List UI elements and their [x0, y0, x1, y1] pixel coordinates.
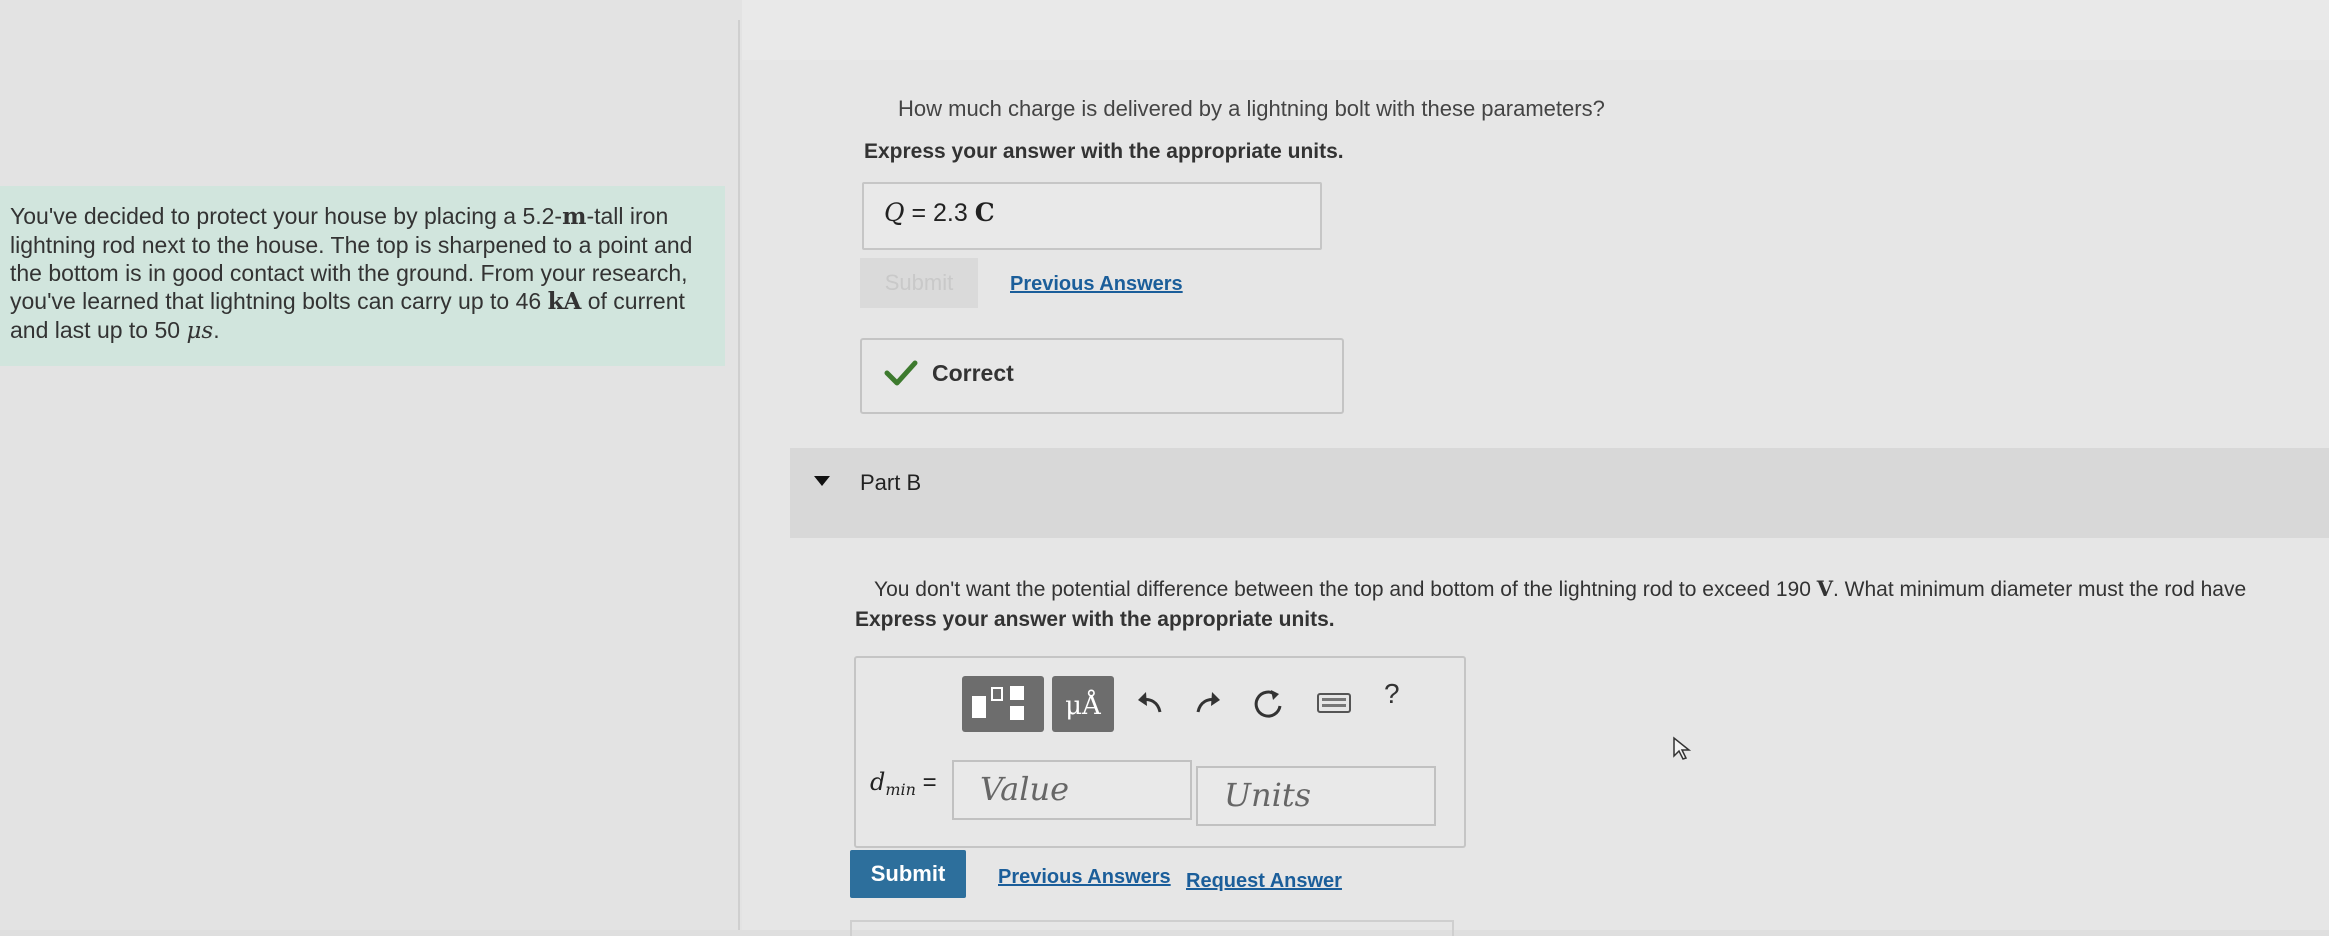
- unit-kiloampere: kA: [547, 288, 582, 315]
- keyboard-icon[interactable]: [1316, 688, 1352, 718]
- problem-text-4: .: [213, 317, 220, 343]
- value-input[interactable]: Value: [952, 760, 1192, 820]
- part-a-question: How much charge is delivered by a lightn…: [898, 96, 1605, 121]
- templates-button[interactable]: [962, 676, 1044, 732]
- mouse-cursor-icon: [1673, 736, 1692, 760]
- part-a-answer: Q = 2.3 C: [884, 198, 995, 228]
- help-icon[interactable]: ?: [1384, 678, 1400, 710]
- part-a-previous-answers-link[interactable]: Previous Answers: [1010, 273, 1183, 296]
- units-input[interactable]: Units: [1196, 766, 1436, 826]
- dmin-variable: d: [870, 768, 886, 796]
- correct-label: Correct: [932, 360, 1014, 386]
- part-b-answer-panel: μÅ ? dmin = Value Units: [854, 656, 1466, 848]
- part-b-question-1: You don't want the potential difference …: [874, 578, 1817, 601]
- part-b-title[interactable]: Part B: [860, 470, 921, 496]
- dmin-subscript: min: [885, 780, 916, 799]
- units-button[interactable]: μÅ: [1052, 676, 1114, 732]
- part-b-submit-button[interactable]: Submit: [850, 850, 966, 898]
- caret-down-icon[interactable]: [814, 476, 830, 486]
- unit-meter: m: [562, 203, 587, 230]
- dmin-equals: =: [915, 769, 937, 796]
- dmin-label: dmin =: [870, 768, 937, 799]
- reset-icon[interactable]: [1249, 684, 1289, 724]
- column-divider: [738, 20, 740, 930]
- request-answer-link[interactable]: Request Answer: [1186, 870, 1342, 893]
- problem-statement: You've decided to protect your house by …: [0, 186, 725, 366]
- problem-text: You've decided to protect your house by …: [10, 202, 710, 345]
- unit-volt: V: [1816, 576, 1833, 601]
- problem-text-1: You've decided to protect your house by …: [10, 203, 563, 229]
- part-b-instruction: Express your answer with the appropriate…: [855, 608, 1335, 631]
- part-b-question: You don't want the potential difference …: [874, 576, 2246, 602]
- part-a-feedback: Correct: [860, 338, 1344, 414]
- answer-equals: =: [904, 199, 933, 227]
- undo-icon[interactable]: [1130, 684, 1170, 724]
- part-a-submit-button[interactable]: Submit: [860, 258, 978, 308]
- answer-variable: Q: [884, 198, 905, 227]
- part-b-previous-answers-link[interactable]: Previous Answers: [998, 866, 1171, 889]
- answer-value: 2.3: [933, 199, 975, 227]
- answer-unit: C: [974, 198, 995, 227]
- part-b-header[interactable]: [790, 448, 2329, 538]
- unit-microsecond: μs: [186, 318, 214, 344]
- redo-icon[interactable]: [1188, 684, 1228, 724]
- top-strip: [742, 0, 2329, 60]
- part-a-answer-box: Q = 2.3 C: [862, 182, 1322, 250]
- part-a-instruction: Express your answer with the appropriate…: [864, 140, 1344, 163]
- part-b-question-2: . What minimum diameter must the rod hav…: [1833, 578, 2247, 601]
- templates-icon: [972, 686, 1024, 720]
- checkmark-icon: [884, 360, 918, 386]
- next-section-edge: [850, 920, 1454, 936]
- left-column: [0, 0, 750, 930]
